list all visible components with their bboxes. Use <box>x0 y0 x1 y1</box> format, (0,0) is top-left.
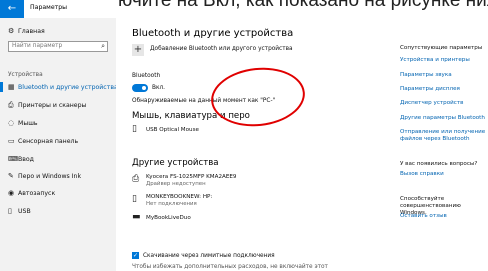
settings-window: ← Параметры – □ ⚙Главная Найти параметр … <box>0 0 488 271</box>
sidebar-home[interactable]: ⚙ Главная <box>8 27 45 35</box>
mouse-icon: ◌ <box>8 119 15 127</box>
computer-device-icon: ▯ <box>132 194 137 204</box>
device-name[interactable]: MyBookLiveDuo <box>146 215 191 221</box>
add-device-button[interactable]: + <box>132 44 144 56</box>
gear-icon: ⚙ <box>8 27 15 35</box>
search-icon: ⌕ <box>101 42 105 50</box>
search-input[interactable]: Найти параметр ⌕ <box>8 41 108 52</box>
sidebar-item-touchpad[interactable]: ▭ Сенсорная панель <box>8 137 78 145</box>
link-devices-printers[interactable]: Устройства и принтеры <box>400 57 470 63</box>
metered-checkbox[interactable]: ✓ <box>132 252 139 259</box>
usb-icon: ▯ <box>8 207 12 215</box>
printer-device-icon: ⎙ <box>132 174 140 184</box>
sidebar-item-mouse[interactable]: ◌ Мышь <box>8 119 38 127</box>
bluetooth-state: Вкл. <box>152 85 166 91</box>
keyboard-icon: ⌨ <box>8 155 19 163</box>
sidebar-item-bluetooth[interactable]: ▦ Bluetooth и другие устройства <box>8 83 118 91</box>
caption-text: ючите на Вкл, как показано на рисунке ни… <box>118 0 488 11</box>
page-title: Bluetooth и другие устройства <box>132 28 294 39</box>
device-name[interactable]: Kyocera FS-1025MFP KMA2AEE9 <box>146 174 236 180</box>
link-sound[interactable]: Параметры звука <box>400 72 452 78</box>
sidebar-item-printers[interactable]: ⎙ Принтеры и сканеры <box>8 101 86 110</box>
touchpad-icon: ▭ <box>8 137 15 145</box>
sidebar-item-usb[interactable]: ▯ USB <box>8 207 31 215</box>
bluetooth-label: Bluetooth <box>132 73 161 79</box>
link-send-receive[interactable]: Отправление или получение файлов через B… <box>400 129 488 143</box>
plus-icon: + <box>133 44 143 55</box>
other-devices-heading: Другие устройства <box>132 158 219 168</box>
mouse-device-name[interactable]: USB Optical Mouse <box>146 127 199 133</box>
printer-icon: ⎙ <box>8 101 14 109</box>
sidebar-item-pen[interactable]: ✎ Перо и Windows Ink <box>8 172 81 180</box>
device-status: Драйвер недоступен <box>146 181 206 187</box>
storage-device-icon: ▬ <box>132 212 141 222</box>
related-heading: Сопутствующие параметры <box>400 45 483 51</box>
toggle-knob <box>142 86 146 90</box>
pen-icon: ✎ <box>8 172 14 180</box>
sidebar-section-title: Устройства <box>8 72 43 78</box>
sidebar-item-typing[interactable]: ⌨Ввод <box>8 155 34 163</box>
mouse-device-icon: ▯ <box>132 124 137 134</box>
window-title-overlay: Параметры <box>30 4 68 11</box>
search-placeholder: Найти параметр <box>12 43 63 49</box>
bluetooth-icon: ▦ <box>8 83 15 91</box>
active-indicator <box>0 82 3 92</box>
metered-note: Чтобы избежать дополнительных расходов, … <box>132 264 328 270</box>
link-feedback[interactable]: Оставить отзыв <box>400 213 447 219</box>
metered-label: Скачивание через лимитные подключения <box>143 253 275 259</box>
check-icon: ✓ <box>132 252 139 259</box>
page-caption: ючите на Вкл, как показано на рисунке ни… <box>0 0 488 18</box>
link-more-bluetooth[interactable]: Другие параметры Bluetooth <box>400 115 485 121</box>
link-display[interactable]: Параметры дисплея <box>400 86 460 92</box>
link-help[interactable]: Вызов справки <box>400 171 444 177</box>
question-heading: У вас появились вопросы? <box>400 161 478 167</box>
back-button-overlay[interactable]: ← <box>0 0 24 18</box>
link-device-manager[interactable]: Диспетчер устройств <box>400 100 463 106</box>
add-device-label[interactable]: Добавление Bluetooth или другого устройс… <box>150 46 293 52</box>
autoplay-icon: ◉ <box>8 189 15 197</box>
sidebar: ⚙ Главная Найти параметр ⌕ Устройства ▦ Bl… <box>0 18 118 271</box>
sidebar-item-autoplay[interactable]: ◉ Автозапуск <box>8 189 55 197</box>
back-arrow-icon: ← <box>7 3 17 14</box>
device-name[interactable]: MONKEYBOOKNEW: HP: <box>146 194 212 200</box>
related-settings: Сопутствующие параметры Устройства и при… <box>396 18 488 271</box>
device-status: Нет подключения <box>146 201 197 207</box>
main-content: Bluetooth и другие устройства + Добавлен… <box>116 18 396 271</box>
bluetooth-toggle[interactable] <box>132 84 148 92</box>
